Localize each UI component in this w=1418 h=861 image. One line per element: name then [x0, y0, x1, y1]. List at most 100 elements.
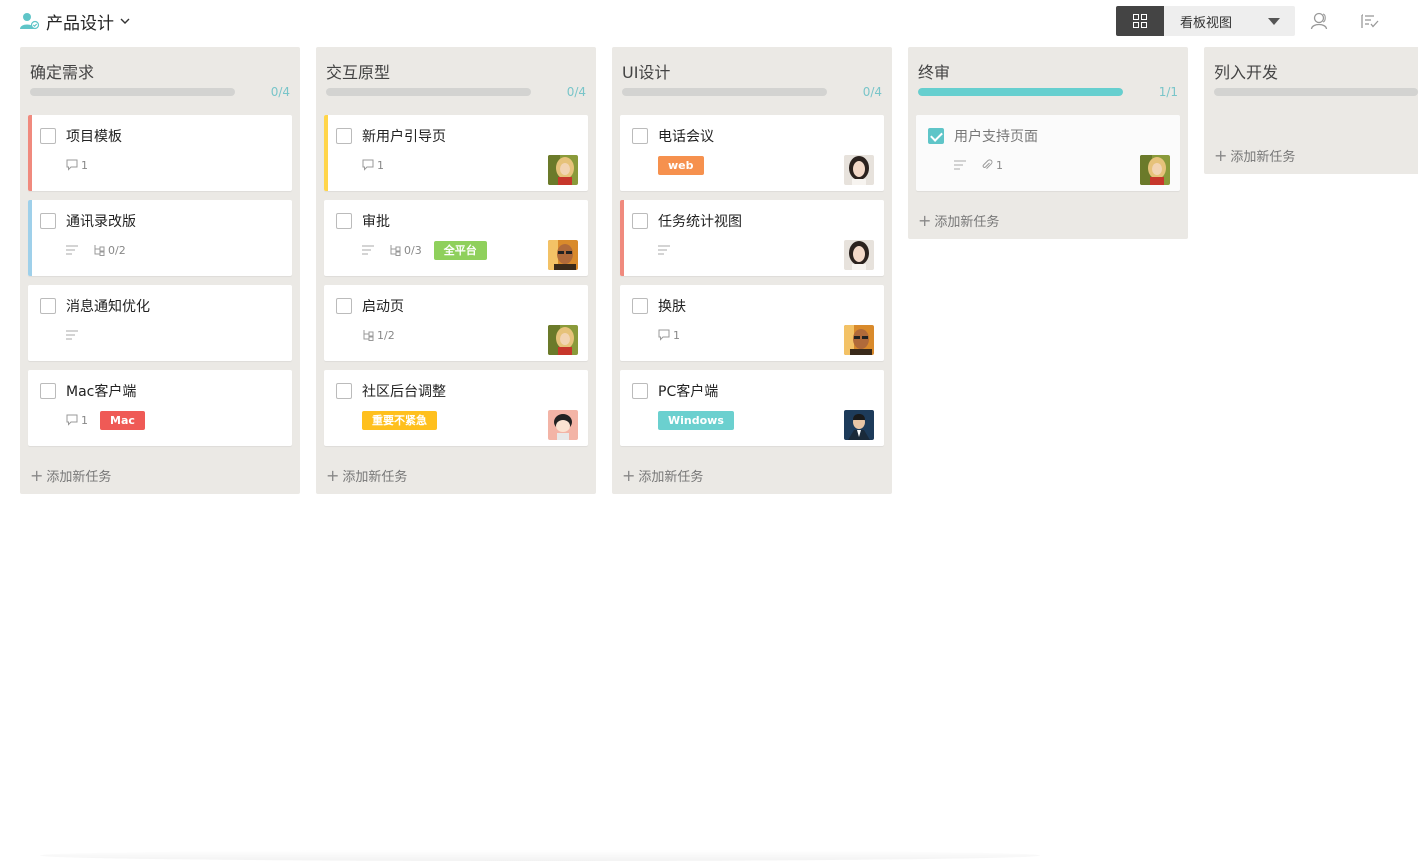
add-task-button[interactable]: + 添加新任务: [1214, 146, 1295, 165]
description-icon: [66, 330, 78, 340]
task-meta: 重要不紧急: [362, 410, 437, 430]
task-checkbox[interactable]: [928, 128, 944, 144]
task-card[interactable]: 消息通知优化: [28, 285, 292, 361]
task-tag[interactable]: Windows: [658, 410, 734, 430]
task-card[interactable]: PC客户端 Windows: [620, 370, 884, 446]
description-indicator: [66, 330, 81, 340]
task-card[interactable]: 任务统计视图: [620, 200, 884, 276]
task-card[interactable]: 审批 0/3 全平台: [324, 200, 588, 276]
subtask-icon: [390, 245, 401, 256]
task-tag[interactable]: web: [658, 155, 704, 175]
task-checkbox[interactable]: [336, 213, 352, 229]
task-checkbox[interactable]: [336, 298, 352, 314]
plus-icon: +: [30, 466, 44, 485]
description-icon: [362, 245, 374, 255]
task-checkbox[interactable]: [632, 213, 648, 229]
add-task-button[interactable]: + 添加新任务: [622, 466, 703, 485]
task-meta: 0/2: [66, 241, 138, 259]
project-member-icon: [20, 13, 40, 30]
priority-bar: [620, 200, 624, 276]
task-title: 社区后台调整: [362, 384, 446, 400]
add-task-button[interactable]: + 添加新任务: [326, 466, 407, 485]
task-meta: 0/3 全平台: [362, 240, 487, 260]
avatar[interactable]: [844, 410, 874, 440]
comment-icon: [66, 159, 78, 171]
task-title: 项目模板: [66, 129, 122, 145]
task-card[interactable]: 项目模板 1: [28, 115, 292, 191]
task-checkbox[interactable]: [632, 298, 648, 314]
task-card[interactable]: 换肤 1: [620, 285, 884, 361]
avatar[interactable]: [1140, 155, 1170, 185]
plus-icon: +: [918, 211, 932, 230]
avatar[interactable]: [548, 240, 578, 270]
project-title: 产品设计: [46, 13, 114, 34]
column-interaction-prototype: 交互原型 0/4 新用户引导页 1 审批 0/3 全平台 启动页 1/2 社区后…: [316, 47, 596, 494]
comment-count-value: 1: [81, 158, 88, 172]
comment-count-value: 1: [81, 413, 88, 427]
avatar[interactable]: [844, 155, 874, 185]
task-title: 启动页: [362, 299, 404, 315]
task-checkbox[interactable]: [40, 213, 56, 229]
add-task-label: 添加新任务: [1230, 150, 1296, 165]
column-to-development: 列入开发 + 添加新任务: [1204, 47, 1418, 174]
task-title: 新用户引导页: [362, 129, 446, 145]
column-ui-design: UI设计 0/4 电话会议 web 任务统计视图 换肤 1 PC客户端 Wind…: [612, 47, 892, 494]
task-tag[interactable]: Mac: [100, 410, 145, 430]
subtask-icon: [363, 330, 374, 341]
board-view-button[interactable]: [1116, 6, 1164, 36]
project-switcher[interactable]: 产品设计: [20, 9, 131, 34]
plus-icon: +: [326, 466, 340, 485]
task-title: 审批: [362, 214, 390, 230]
description-indicator: [658, 245, 673, 255]
add-task-button[interactable]: + 添加新任务: [918, 211, 999, 230]
task-checkbox[interactable]: [40, 128, 56, 144]
task-card[interactable]: Mac客户端 1 Mac: [28, 370, 292, 446]
task-checkbox[interactable]: [336, 128, 352, 144]
task-meta: 1 Mac: [66, 410, 145, 430]
description-indicator: [954, 160, 969, 170]
task-meta: 1: [362, 156, 396, 174]
attachment-count: 1: [981, 159, 1003, 172]
scroll-shadow: [40, 850, 1040, 861]
task-title: PC客户端: [658, 384, 719, 400]
column-final-review: 终审 1/1 用户支持页面 1 + 添加新任务: [908, 47, 1188, 239]
comment-count: 1: [362, 159, 384, 172]
avatar[interactable]: [548, 155, 578, 185]
view-select[interactable]: 看板视图: [1164, 6, 1295, 36]
task-checkbox[interactable]: [40, 383, 56, 399]
description-icon: [954, 160, 966, 170]
avatar[interactable]: [844, 325, 874, 355]
subtask-icon: [94, 245, 105, 256]
column-title: 确定需求: [30, 63, 95, 82]
avatar[interactable]: [548, 410, 578, 440]
caret-down-icon: [1268, 18, 1280, 25]
grid-icon: [1133, 14, 1147, 28]
avatar[interactable]: [548, 325, 578, 355]
column-count: 0/4: [270, 85, 290, 99]
task-title: 电话会议: [658, 129, 714, 145]
task-checkbox[interactable]: [632, 128, 648, 144]
task-tag[interactable]: 全平台: [433, 240, 487, 260]
task-card[interactable]: 新用户引导页 1: [324, 115, 588, 191]
column-title: 终审: [918, 63, 951, 82]
add-task-button[interactable]: + 添加新任务: [30, 466, 111, 485]
task-card[interactable]: 通讯录改版 0/2: [28, 200, 292, 276]
task-meta: [66, 326, 93, 344]
task-checkbox[interactable]: [40, 298, 56, 314]
add-task-label: 添加新任务: [342, 470, 408, 485]
column-progress: [918, 88, 1123, 96]
task-card[interactable]: 用户支持页面 1: [916, 115, 1180, 191]
task-tag[interactable]: 重要不紧急: [362, 410, 437, 430]
avatar[interactable]: [844, 240, 874, 270]
task-card[interactable]: 启动页 1/2: [324, 285, 588, 361]
task-card[interactable]: 电话会议 web: [620, 115, 884, 191]
task-title: 消息通知优化: [66, 299, 150, 315]
task-title: 通讯录改版: [66, 214, 136, 230]
filter-list-icon[interactable]: [1360, 11, 1380, 31]
priority-bar: [28, 115, 32, 191]
subtask-count-value: 0/2: [108, 243, 126, 257]
task-card[interactable]: 社区后台调整 重要不紧急: [324, 370, 588, 446]
task-checkbox[interactable]: [632, 383, 648, 399]
members-icon[interactable]: [1310, 11, 1330, 31]
task-checkbox[interactable]: [336, 383, 352, 399]
